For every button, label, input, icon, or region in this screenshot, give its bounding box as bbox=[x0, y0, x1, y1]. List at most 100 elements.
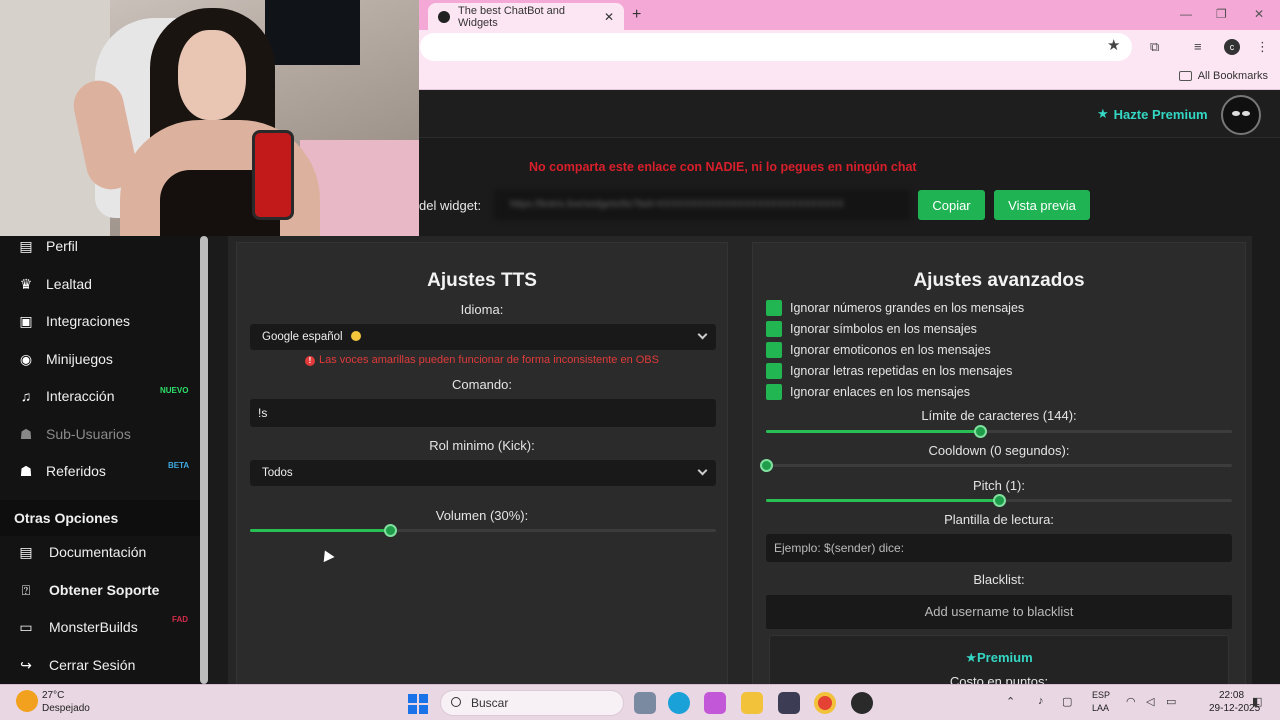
weather-icon[interactable] bbox=[16, 690, 38, 712]
checkbox-checked[interactable] bbox=[766, 300, 782, 316]
menu-kebab-icon[interactable]: ⋮ bbox=[1256, 39, 1269, 55]
sidebar-item-sub-usuarios[interactable]: ☗ Sub-Usuarios bbox=[0, 416, 200, 452]
checkbox-large-numbers[interactable]: Ignorar números grandes en los mensajes bbox=[766, 300, 1024, 316]
premium-link[interactable]: ★ Hazte Premium bbox=[1097, 106, 1208, 122]
bookmark-star-icon[interactable]: ★ bbox=[1107, 36, 1120, 54]
avatar[interactable] bbox=[1221, 95, 1261, 135]
minimize-button[interactable]: — bbox=[1180, 7, 1192, 21]
address-bar[interactable] bbox=[420, 33, 1132, 61]
weather-status[interactable]: Despejado bbox=[42, 703, 90, 714]
edge-icon[interactable] bbox=[668, 692, 690, 714]
checkbox-repeated-letters[interactable]: Ignorar letras repetidas en los mensajes bbox=[766, 363, 1012, 379]
sidebar-item-referidos[interactable]: ☗ Referidos BETA bbox=[0, 453, 200, 489]
pitch-slider[interactable] bbox=[766, 494, 1232, 507]
sidebar-item-lealtad[interactable]: ♛ Lealtad bbox=[0, 266, 200, 302]
slider-thumb[interactable] bbox=[974, 425, 988, 438]
checkbox-emotes[interactable]: Ignorar emoticonos en los mensajes bbox=[766, 342, 991, 358]
trophy-icon: ♛ bbox=[19, 275, 33, 292]
volume-icon[interactable]: ◁ bbox=[1146, 695, 1154, 708]
chevron-down-icon bbox=[697, 329, 708, 340]
preview-button[interactable]: Vista previa bbox=[994, 190, 1090, 220]
sidebar-item-documentacion[interactable]: ▤ Documentación bbox=[0, 534, 200, 570]
volume-slider[interactable] bbox=[250, 524, 716, 537]
taskbar: 27°C Despejado Buscar ⌃ ♪ ▢ ESP LAA ◠ ◁ … bbox=[0, 684, 1280, 720]
checkbox-checked[interactable] bbox=[766, 321, 782, 337]
cooldown-slider[interactable] bbox=[760, 459, 1232, 472]
slider-thumb[interactable] bbox=[993, 494, 1006, 507]
language-select[interactable]: Google español bbox=[250, 324, 716, 350]
checkbox-links[interactable]: Ignorar enlaces en los mensajes bbox=[766, 384, 970, 400]
copilot-icon[interactable] bbox=[704, 692, 726, 714]
checkbox-checked[interactable] bbox=[766, 384, 782, 400]
document-icon: ▤ bbox=[19, 543, 33, 560]
obs-icon[interactable] bbox=[851, 692, 873, 714]
command-input[interactable]: !s bbox=[250, 399, 716, 427]
new-badge: NUEVO bbox=[160, 386, 189, 395]
logout-icon: ↪ bbox=[20, 656, 32, 673]
sidebar-item-integraciones[interactable]: ▣ Integraciones bbox=[0, 303, 200, 339]
file-explorer-icon[interactable] bbox=[741, 692, 763, 714]
weather-temp[interactable]: 27°C bbox=[42, 690, 64, 701]
store-icon[interactable] bbox=[778, 692, 800, 714]
char-limit-slider[interactable] bbox=[766, 425, 1232, 438]
checkbox-checked[interactable] bbox=[766, 342, 782, 358]
checkbox-label: Ignorar símbolos en los mensajes bbox=[790, 322, 977, 336]
id-card-icon: ▤ bbox=[19, 237, 33, 254]
copy-button[interactable]: Copiar bbox=[918, 190, 985, 220]
chevron-down-icon bbox=[697, 465, 708, 476]
media-icon[interactable]: ≡ bbox=[1194, 39, 1202, 54]
widget-url-field[interactable]: https://botrix.live/widgets/tts?bid=XXXX… bbox=[494, 190, 910, 220]
gamepad-icon: ◉ bbox=[19, 350, 33, 367]
slider-thumb[interactable] bbox=[760, 459, 773, 472]
sidebar-item-interaccion[interactable]: ♫ Interacción NUEVO bbox=[0, 378, 200, 414]
chrome-icon[interactable] bbox=[814, 692, 836, 714]
sidebar-item-monsterbuilds[interactable]: ▭ MonsterBuilds FAD bbox=[0, 609, 200, 645]
role-select[interactable]: Todos bbox=[250, 460, 716, 486]
clock-time[interactable]: 22:08 bbox=[1219, 690, 1244, 701]
role-value: Todos bbox=[262, 467, 293, 479]
profile-avatar[interactable]: c bbox=[1224, 39, 1240, 55]
taskbar-search[interactable]: Buscar bbox=[440, 690, 624, 716]
blacklist-input[interactable]: Add username to blacklist bbox=[766, 595, 1232, 629]
all-bookmarks[interactable]: All Bookmarks bbox=[1178, 70, 1268, 82]
laptop-icon: ▭ bbox=[19, 618, 33, 635]
help-icon: ⍰ bbox=[21, 581, 31, 598]
sidebar-item-label: Sub-Usuarios bbox=[46, 426, 131, 442]
star-icon: ★ bbox=[965, 650, 977, 665]
sidebar-item-label: Perfil bbox=[46, 238, 78, 254]
tab-close-icon[interactable]: ✕ bbox=[604, 10, 614, 24]
new-tab-button[interactable]: + bbox=[632, 6, 641, 24]
checkbox-checked[interactable] bbox=[766, 363, 782, 379]
language-indicator[interactable]: ESP bbox=[1092, 690, 1110, 700]
browser-tab[interactable]: The best ChatBot and Widgets ✕ bbox=[428, 3, 624, 30]
close-window-button[interactable]: ✕ bbox=[1254, 7, 1264, 21]
sidebar-item-cerrar-sesion[interactable]: ↪ Cerrar Sesión bbox=[0, 647, 200, 683]
music-icon: ♫ bbox=[20, 388, 32, 404]
sidebar-scrollbar[interactable] bbox=[200, 236, 208, 684]
sidebar-item-soporte[interactable]: ⍰ Obtener Soporte bbox=[0, 572, 200, 608]
checkbox-symbols[interactable]: Ignorar símbolos en los mensajes bbox=[766, 321, 977, 337]
slider-thumb[interactable] bbox=[383, 524, 397, 537]
beta-badge: BETA bbox=[168, 461, 190, 470]
star-icon: ★ bbox=[1097, 106, 1109, 121]
microphone-icon[interactable]: ♪ bbox=[1038, 695, 1044, 707]
sidebar-item-minijuegos[interactable]: ◉ Minijuegos bbox=[0, 341, 200, 377]
tts-panel: Ajustes TTS Idioma: Google español ! Las … bbox=[236, 242, 728, 688]
start-button[interactable] bbox=[408, 694, 428, 714]
volume-label: Volumen (30%): bbox=[435, 508, 529, 523]
maximize-button[interactable]: ❐ bbox=[1216, 7, 1227, 21]
battery-icon[interactable]: ▭ bbox=[1166, 695, 1176, 708]
template-input[interactable]: Ejemplo: $(sender) dice: bbox=[766, 534, 1232, 562]
notification-icon[interactable]: ◧ bbox=[1252, 695, 1262, 708]
other-options-title: Otras Opciones bbox=[14, 510, 119, 526]
tray-overflow-icon[interactable]: ⌃ bbox=[1006, 695, 1015, 708]
network-icon[interactable]: ▢ bbox=[1062, 695, 1072, 708]
extensions-icon[interactable]: ⧉ bbox=[1150, 39, 1159, 55]
keyboard-layout[interactable]: LAA bbox=[1092, 703, 1109, 713]
premium-title-text: Premium bbox=[977, 650, 1033, 665]
advanced-panel: Ajustes avanzados Ignorar números grande… bbox=[752, 242, 1246, 695]
language-note-text: Las voces amarillas pueden funcionar de … bbox=[319, 354, 659, 366]
wifi-icon[interactable]: ◠ bbox=[1126, 695, 1136, 708]
task-view-icon[interactable] bbox=[634, 692, 656, 714]
settings-area: Ajustes TTS Idioma: Google español ! Las … bbox=[228, 236, 1252, 695]
